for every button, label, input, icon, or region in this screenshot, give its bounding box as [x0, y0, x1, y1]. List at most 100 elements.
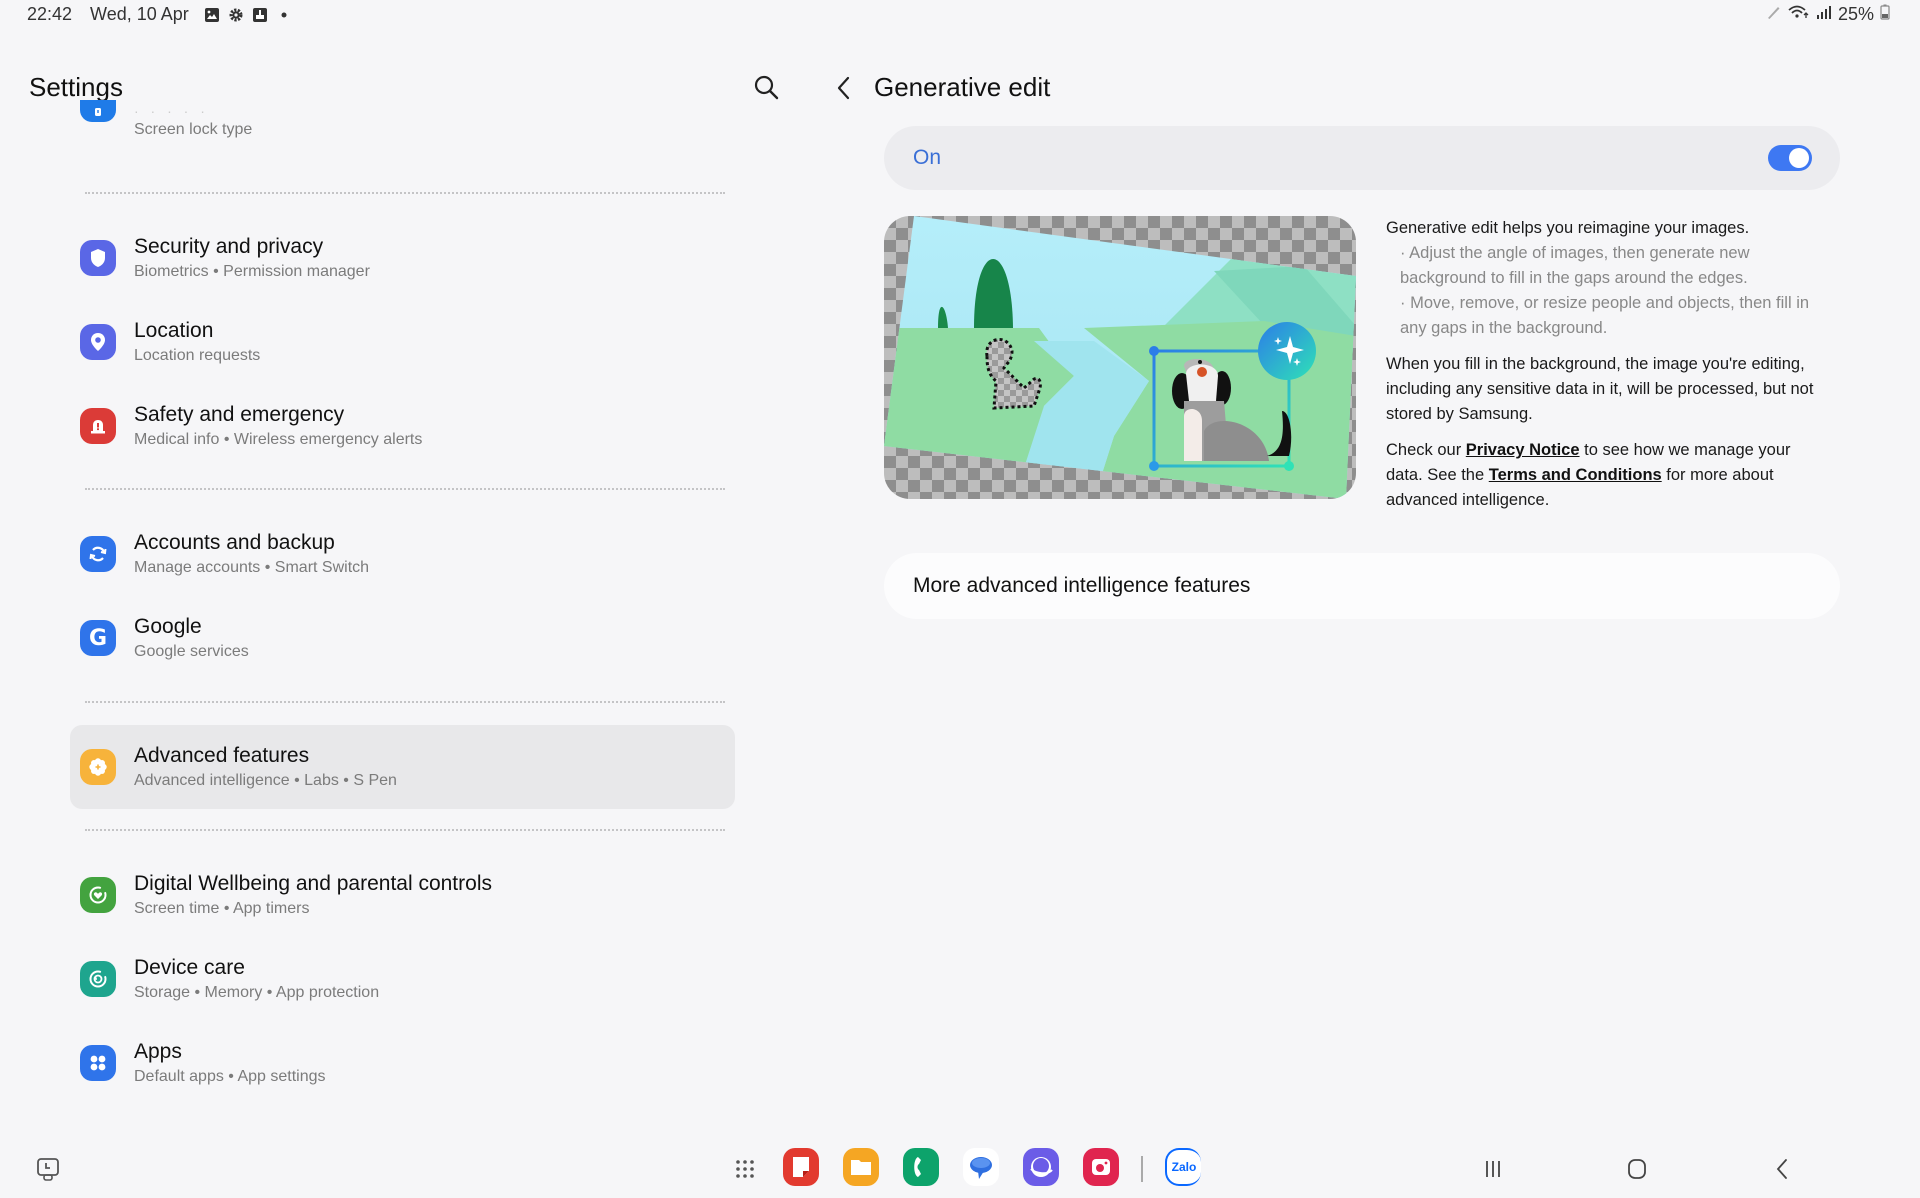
item-subtitle: Screen lock type [134, 121, 253, 138]
status-bar: 22:42 Wed, 10 Apr 25% [0, 0, 1920, 30]
section-divider [85, 192, 725, 194]
app-drawer-grid-icon [736, 1160, 754, 1178]
description-bullet: · Adjust the angle of images, then gener… [1400, 244, 1750, 287]
notes-icon [793, 1157, 809, 1177]
back-button[interactable] [834, 74, 864, 104]
description-bullet: · Move, remove, or resize people and obj… [1400, 294, 1810, 337]
app-drawer-button[interactable] [730, 1154, 760, 1184]
status-date: Wed, 10 Apr [90, 4, 189, 24]
screen-time-clock-icon [37, 1158, 59, 1181]
dock-app-my-files[interactable] [843, 1148, 879, 1186]
generative-edit-switch-row[interactable]: On [884, 126, 1840, 190]
settings-item-location[interactable]: Location Location requests [70, 300, 735, 384]
sync-icon [80, 536, 116, 572]
links-paragraph: Check our Privacy Notice to see how we m… [1386, 438, 1826, 513]
links-text: Check our [1386, 441, 1466, 459]
dock-app-phone[interactable] [903, 1148, 939, 1186]
location-pin-icon [80, 324, 116, 360]
settings-item-advanced-features[interactable]: Advanced features Advanced intelligence … [70, 725, 735, 809]
item-title: Digital Wellbeing and parental controls [134, 872, 492, 895]
page-title: Generative edit [874, 72, 1051, 102]
item-subtitle: Storage • Memory • App protection [134, 984, 380, 1001]
more-advanced-intelligence-features-button[interactable]: More advanced intelligence features [884, 553, 1840, 619]
section-divider [85, 829, 725, 831]
status-time: 22:42 [27, 4, 73, 24]
settings-item-safety-emergency[interactable]: Safety and emergency Medical info • Wire… [70, 384, 735, 468]
screen-time-button[interactable] [34, 1155, 62, 1183]
back-chevron-icon [837, 76, 850, 100]
google-g-icon: G [80, 620, 116, 656]
item-title: Accounts and backup [134, 531, 335, 554]
search-button[interactable] [752, 73, 782, 103]
item-title: · · · · · [134, 103, 209, 119]
item-subtitle: Advanced intelligence • Labs • S Pen [134, 772, 397, 789]
battery-level: 25% [1837, 4, 1874, 24]
s-pen-icon [1766, 4, 1782, 25]
advanced-features-gear-icon [80, 749, 116, 785]
emergency-siren-icon [80, 408, 116, 444]
generative-edit-illustration [884, 216, 1356, 499]
sparkle-badge [1258, 322, 1316, 380]
lock-icon [80, 100, 116, 122]
description-intro: Generative edit helps you reimagine your… [1386, 219, 1750, 237]
settings-item-lock-screen[interactable]: · · · · · Screen lock type [70, 98, 735, 158]
chat-bubble-icon [970, 1157, 992, 1179]
recents-button[interactable] [1478, 1154, 1508, 1184]
dock-app-samsung-notes[interactable] [783, 1148, 819, 1186]
home-icon [1628, 1159, 1646, 1179]
terms-conditions-link[interactable]: Terms and Conditions [1489, 466, 1662, 484]
zalo-icon: Zalo [1171, 1160, 1197, 1174]
item-title: Apps [134, 1040, 182, 1063]
section-divider [85, 488, 725, 490]
privacy-paragraph: When you fill in the background, the ima… [1386, 355, 1814, 423]
privacy-notice-link[interactable]: Privacy Notice [1466, 441, 1580, 459]
camera-icon [1092, 1159, 1110, 1175]
more-dot-icon [275, 6, 293, 24]
dock-app-zalo[interactable]: Zalo [1165, 1148, 1201, 1186]
dock-app-camera[interactable] [1083, 1148, 1119, 1186]
device-care-icon [80, 961, 116, 997]
wellbeing-heart-icon [80, 877, 116, 913]
item-subtitle: Medical info • Wireless emergency alerts [134, 431, 423, 448]
item-title: Location [134, 319, 214, 342]
dock-app-samsung-internet[interactable] [1023, 1148, 1059, 1186]
item-subtitle: Location requests [134, 347, 261, 364]
screenshot-icon [251, 6, 269, 24]
back-icon [1776, 1159, 1787, 1179]
more-features-label: More advanced intelligence features [913, 574, 1251, 597]
navigation-bar: Zalo [0, 1140, 1920, 1198]
settings-item-security-privacy[interactable]: Security and privacy Biometrics • Permis… [70, 216, 735, 300]
item-title: Google [134, 615, 202, 638]
internet-planet-icon [1030, 1157, 1053, 1177]
generative-edit-panel: Generative edit On Generative edit helps… [820, 40, 1920, 1120]
item-subtitle: Google services [134, 643, 249, 660]
signal-icon [1816, 4, 1832, 25]
item-subtitle: Manage accounts • Smart Switch [134, 559, 370, 576]
dock-app-messages[interactable] [963, 1148, 999, 1186]
settings-list-panel: Settings · · · · · Screen lock type Secu… [0, 40, 800, 1120]
generative-edit-toggle[interactable] [1768, 145, 1812, 171]
section-divider [85, 701, 725, 703]
system-back-button[interactable] [1768, 1154, 1798, 1184]
settings-item-device-care[interactable]: Device care Storage • Memory • App prote… [70, 937, 735, 1021]
apps-grid-icon [80, 1045, 116, 1081]
home-button[interactable] [1622, 1154, 1652, 1184]
wifi-icon [1788, 4, 1810, 25]
battery-charging-icon [1880, 4, 1890, 25]
recents-icon [1486, 1161, 1500, 1177]
search-icon [754, 75, 779, 100]
shield-icon [80, 240, 116, 276]
dock-separator [1141, 1156, 1143, 1182]
item-subtitle: Biometrics • Permission manager [134, 263, 370, 280]
feature-description: Generative edit helps you reimagine your… [1386, 216, 1826, 513]
folder-icon [851, 1160, 871, 1175]
settings-item-accounts-backup[interactable]: Accounts and backup Manage accounts • Sm… [70, 512, 735, 596]
settings-gear-icon [227, 6, 245, 24]
gallery-icon [203, 6, 221, 24]
item-title: Safety and emergency [134, 403, 345, 426]
toggle-knob [1789, 148, 1809, 168]
settings-item-apps[interactable]: Apps Default apps • App settings [70, 1021, 735, 1105]
phone-icon [914, 1157, 921, 1177]
settings-item-google[interactable]: G Google Google services [70, 596, 735, 680]
settings-item-digital-wellbeing[interactable]: Digital Wellbeing and parental controls … [70, 853, 735, 937]
